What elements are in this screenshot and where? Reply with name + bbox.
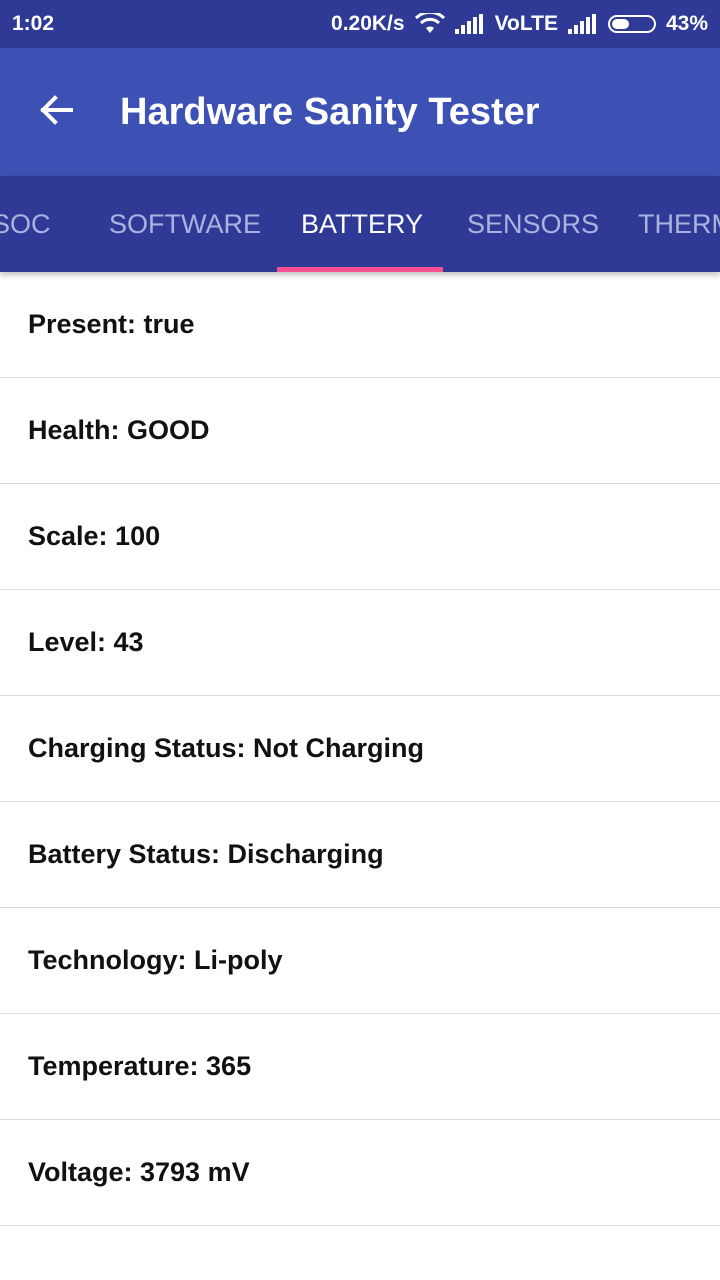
list-item-battery-status: Battery Status: Discharging: [0, 802, 720, 908]
tab-thermal[interactable]: THERMAL: [638, 176, 720, 272]
list-item-text: Level: 43: [28, 627, 144, 657]
list-item-text: Technology: Li-poly: [28, 945, 283, 975]
list-item-scale: Scale: 100: [0, 484, 720, 590]
app-title: Hardware Sanity Tester: [120, 90, 540, 133]
app-bar: Hardware Sanity Tester: [0, 48, 720, 176]
tab-soc[interactable]: SOC: [0, 176, 51, 272]
status-time: 1:02: [12, 12, 55, 35]
cellular-signal-icon: [454, 14, 485, 34]
list-item-temperature: Temperature: 365: [0, 1014, 720, 1120]
list-item-text: Battery Status: Discharging: [28, 839, 384, 869]
battery-icon: [607, 15, 656, 33]
tab-battery[interactable]: BATTERY: [301, 176, 423, 272]
list-item-text: Temperature: 365: [28, 1051, 252, 1081]
status-bar: 1:02 0.20K/s VoLTE 43%: [0, 0, 720, 48]
network-type: VoLTE: [494, 12, 558, 35]
tab-bar: SOC SOFTWARE BATTERY SENSORS THERMAL: [0, 176, 720, 272]
list-item-text: Present: true: [28, 309, 195, 339]
cellular-signal-2-icon: [567, 14, 598, 34]
arrow-back-icon: [39, 94, 73, 130]
tab-sensors[interactable]: SENSORS: [467, 176, 599, 272]
list-item-voltage: Voltage: 3793 mV: [0, 1120, 720, 1226]
list-item-text: Health: GOOD: [28, 415, 210, 445]
battery-percent: 43%: [665, 12, 708, 35]
back-button[interactable]: [0, 48, 112, 176]
status-icons: 0.20K/s VoLTE 43%: [331, 12, 708, 36]
list-item-health: Health: GOOD: [0, 378, 720, 484]
battery-info-list: Present: true Health: GOOD Scale: 100 Le…: [0, 272, 720, 1226]
list-item-text: Charging Status: Not Charging: [28, 733, 424, 763]
wifi-icon: [414, 13, 445, 35]
tab-software[interactable]: SOFTWARE: [109, 176, 261, 272]
list-item-charging-status: Charging Status: Not Charging: [0, 696, 720, 802]
list-item-text: Voltage: 3793 mV: [28, 1157, 250, 1187]
list-item-present: Present: true: [0, 272, 720, 378]
net-speed: 0.20K/s: [331, 12, 405, 35]
list-item-level: Level: 43: [0, 590, 720, 696]
list-item-technology: Technology: Li-poly: [0, 908, 720, 1014]
list-item-text: Scale: 100: [28, 521, 161, 551]
tab-indicator: [277, 267, 443, 272]
